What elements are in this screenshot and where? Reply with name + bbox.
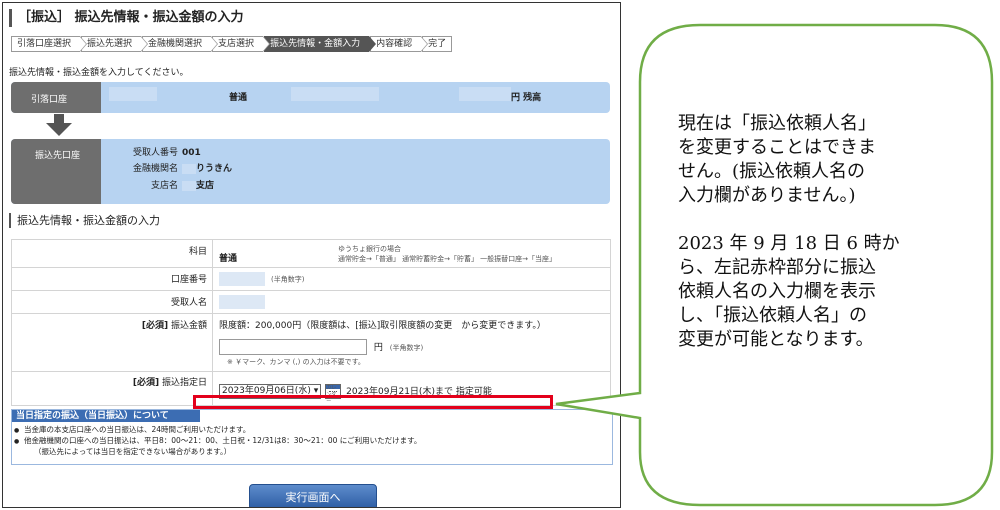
callout-line: 2023 年 9 月 18 日 6 時か [678, 233, 900, 254]
callout-line: し、「振込依頼人名」の [678, 305, 867, 326]
callout-line: を変更することはできま [678, 137, 876, 158]
callout-line: 依頼人名の入力欄を表示 [678, 281, 876, 302]
callout-line: 現在は「振込依頼人名」 [678, 113, 876, 134]
callout-line: 入力欄がありません。) [678, 185, 856, 206]
callout-line: ら、左記赤枠部分に振込 [678, 257, 876, 278]
callout-line: 変更が可能となります。 [678, 329, 874, 350]
callout-line: せん。(振込依頼人名の [678, 161, 866, 182]
callout-text: 現在は「振込依頼人名」 を変更することはできま せん。(振込依頼人名の 入力欄が… [678, 112, 978, 352]
